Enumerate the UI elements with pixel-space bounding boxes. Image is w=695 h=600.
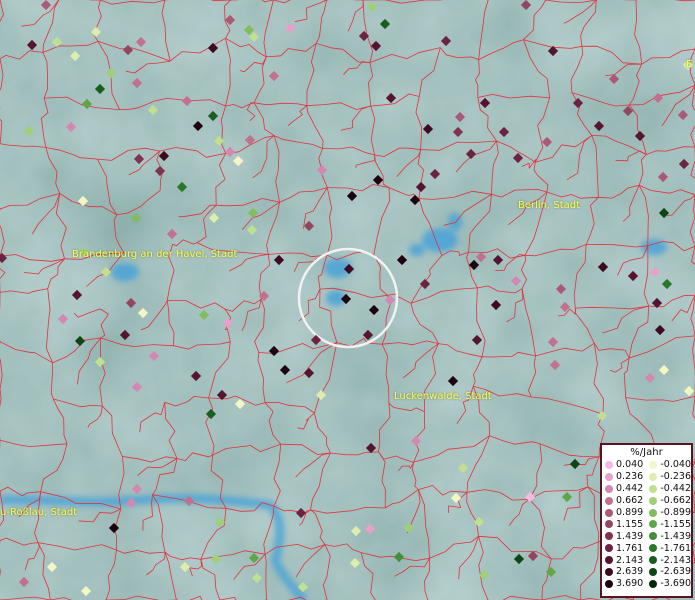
legend-entry-positive: 2.143 bbox=[602, 555, 646, 566]
legend-row: 0.040 -0.040 bbox=[602, 459, 691, 471]
legend-value: -0.236 bbox=[660, 471, 691, 483]
legend-value: 2.639 bbox=[616, 566, 644, 578]
legend-swatch bbox=[649, 496, 658, 505]
legend-value: -0.899 bbox=[660, 507, 691, 518]
place-label-luckenwalde: Luckenwalde, Stadt bbox=[394, 391, 492, 402]
legend-value: -1.761 bbox=[660, 542, 691, 554]
legend-entry-positive: 3.690 bbox=[602, 578, 646, 589]
lake bbox=[111, 263, 139, 281]
legend-row: 2.143 -2.143 bbox=[602, 554, 691, 566]
legend-value: 2.143 bbox=[616, 554, 644, 566]
legend-row: 1.761 -1.761 bbox=[602, 542, 691, 554]
legend-entry-positive: 1.439 bbox=[602, 531, 646, 542]
legend-entry-negative: -3.690 bbox=[646, 578, 691, 589]
place-label-edge: E bbox=[686, 59, 693, 70]
legend-value: 1.439 bbox=[616, 530, 644, 542]
legend-swatch bbox=[649, 556, 658, 565]
legend-swatch bbox=[605, 520, 613, 529]
legend-entry-negative: -1.155 bbox=[646, 519, 691, 530]
legend-swatch bbox=[649, 472, 658, 481]
legend-entry-negative: -0.040 bbox=[646, 459, 691, 470]
legend-entry-positive: 0.662 bbox=[602, 495, 646, 506]
legend-value: -2.143 bbox=[660, 554, 691, 566]
lake bbox=[448, 213, 462, 231]
legend-swatch bbox=[649, 544, 658, 553]
legend-entry-negative: -0.236 bbox=[646, 471, 691, 482]
legend-swatch bbox=[649, 532, 658, 541]
legend-value: 0.236 bbox=[616, 471, 644, 483]
legend-row: 0.899 -0.899 bbox=[602, 507, 691, 519]
legend-value: 0.662 bbox=[616, 495, 644, 507]
lake bbox=[422, 228, 458, 252]
legend-entry-negative: -1.439 bbox=[646, 531, 691, 542]
legend-entry-positive: 2.639 bbox=[602, 566, 646, 577]
legend-value: 0.442 bbox=[616, 483, 644, 495]
legend-swatch bbox=[649, 460, 658, 469]
place-label-berlin: Berlin, Stadt bbox=[518, 200, 581, 211]
legend-row: 1.155 -1.155 bbox=[602, 518, 691, 530]
legend-value: -0.662 bbox=[660, 495, 691, 507]
legend-swatch bbox=[649, 579, 658, 588]
legend-title: %/Jahr bbox=[630, 447, 663, 458]
legend-swatch bbox=[605, 496, 613, 505]
legend-value: -1.439 bbox=[660, 530, 691, 542]
legend-value: -1.155 bbox=[660, 518, 691, 530]
legend-entry-positive: 1.761 bbox=[602, 543, 646, 554]
legend-value: 0.040 bbox=[616, 459, 644, 471]
legend-entry-negative: -2.143 bbox=[646, 555, 691, 566]
legend-entry-negative: -0.899 bbox=[646, 507, 691, 518]
legend-value: -0.442 bbox=[660, 483, 691, 495]
legend-entry-positive: 0.236 bbox=[602, 471, 646, 482]
legend-row: 0.442 -0.442 bbox=[602, 483, 691, 495]
legend-swatch bbox=[605, 472, 613, 481]
legend-swatch bbox=[605, 484, 613, 493]
legend-row: 0.236 -0.236 bbox=[602, 471, 691, 483]
legend-value: 3.690 bbox=[616, 578, 644, 590]
legend-entry-positive: 0.442 bbox=[602, 483, 646, 494]
legend-value: 1.155 bbox=[616, 518, 644, 530]
place-label-rosslau: u-Roßlau, Stadt bbox=[0, 507, 78, 518]
legend-value: 1.761 bbox=[616, 542, 644, 554]
legend-swatch bbox=[649, 484, 658, 493]
place-label-brandenburg: Brandenburg an der Havel, Stadt bbox=[72, 249, 238, 260]
legend-value: -0.040 bbox=[660, 459, 691, 471]
legend-swatch bbox=[605, 567, 613, 576]
legend-swatch bbox=[649, 567, 658, 576]
legend-entry-negative: -2.639 bbox=[646, 566, 691, 577]
legend-swatch bbox=[605, 532, 613, 541]
legend-entry-negative: -1.761 bbox=[646, 543, 691, 554]
legend-row: 2.639 -2.639 bbox=[602, 566, 691, 578]
legend-row: 0.662 -0.662 bbox=[602, 495, 691, 507]
legend-entry-negative: -0.442 bbox=[646, 483, 691, 494]
legend: %/Jahr 0.040 -0.040 0.236 -0.236 0.442 -0.442… bbox=[600, 443, 693, 598]
legend-entry-positive: 0.040 bbox=[602, 459, 646, 470]
map-canvas[interactable] bbox=[0, 0, 695, 600]
legend-rows: 0.040 -0.040 0.236 -0.236 0.442 -0.442 0.662 -0… bbox=[602, 459, 691, 590]
legend-swatch bbox=[649, 520, 658, 529]
legend-row: 1.439 -1.439 bbox=[602, 530, 691, 542]
legend-value: 0.899 bbox=[616, 507, 644, 518]
legend-value: -2.639 bbox=[660, 566, 691, 578]
legend-swatch bbox=[605, 544, 613, 553]
legend-swatch bbox=[605, 556, 613, 565]
legend-entry-positive: 1.155 bbox=[602, 519, 646, 530]
legend-swatch bbox=[605, 508, 613, 517]
legend-entry-negative: -0.662 bbox=[646, 495, 691, 506]
legend-swatch bbox=[605, 579, 613, 588]
lake bbox=[409, 244, 425, 256]
legend-entry-positive: 0.899 bbox=[602, 507, 646, 518]
legend-value: -3.690 bbox=[660, 578, 691, 590]
legend-swatch bbox=[605, 460, 613, 469]
legend-row: 3.690 -3.690 bbox=[602, 578, 691, 590]
legend-swatch bbox=[649, 508, 658, 517]
